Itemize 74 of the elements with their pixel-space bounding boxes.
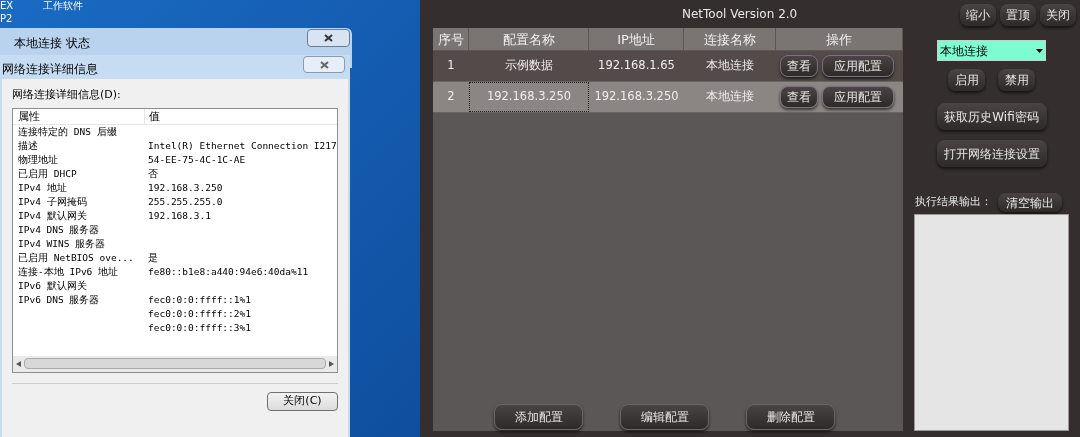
app-button[interactable]: 查看 (780, 55, 818, 77)
table-row[interactable]: 1 示例数据 192.168.1.65 本地连接 查看 应用配置 (433, 51, 903, 82)
value-cell: fec0:0:0:ffff::3%1 (148, 320, 251, 335)
value-cell: 255.255.255.0 (148, 194, 223, 209)
table-cell: 示例数据 (505, 57, 553, 75)
desktop-icon-label[interactable]: 工作软件 (43, 0, 84, 12)
close-button[interactable]: 关闭(C) (267, 391, 338, 411)
value-cell: fec0:0:0:ffff::2%1 (148, 306, 251, 321)
app-button[interactable]: 启用 (948, 69, 985, 91)
table-cell: 192.168.1.65 (598, 58, 675, 73)
value-cell: 192.168.3.1 (148, 208, 211, 223)
close-icon (319, 60, 329, 69)
window-title: 本地连接 状态 (14, 35, 90, 52)
app-button[interactable]: 禁用 (998, 69, 1035, 91)
column-header[interactable]: 操作 (776, 28, 903, 50)
horizontal-scrollbar[interactable] (13, 355, 337, 372)
dropdown-arrow-icon (1036, 48, 1043, 53)
property-cell: IPv6 默认网关 (18, 279, 87, 291)
column-header[interactable]: 值 (145, 108, 160, 124)
list-label: 网络连接详细信息(D): (12, 87, 122, 103)
app-button[interactable]: 编辑配置 (620, 404, 709, 430)
close-icon (324, 34, 333, 42)
app-button[interactable]: 置顶 (1000, 3, 1036, 26)
app-button[interactable]: 打开网络连接设置 (936, 140, 1047, 167)
property-cell: 物理地址 (18, 153, 58, 165)
property-cell: IPv4 地址 (18, 181, 67, 193)
table-cell: 1 (447, 58, 455, 73)
property-cell: IPv6 DNS 服务器 (18, 293, 100, 305)
value-cell: Intel(R) Ethernet Connection I217 (148, 138, 337, 153)
table-cell: 本地连接 (706, 58, 754, 73)
value-cell: 54-EE-75-4C-1C-AE (148, 152, 246, 167)
table-row[interactable]: 2 192.168.3.250 192.168.3.250 本地连接 查看 应用配置 (433, 82, 903, 113)
window-title: 网络连接详细信息 (2, 61, 98, 78)
app-button[interactable]: 获取历史Wifi密码 (936, 103, 1047, 130)
output-label: 执行结果输出： (915, 194, 992, 211)
app-button[interactable]: 应用配置 (822, 86, 894, 108)
app-button[interactable]: 缩小 (960, 3, 996, 26)
scroll-left-icon[interactable] (16, 360, 21, 367)
column-header[interactable]: 序号 (433, 28, 469, 50)
desktop-icon-label[interactable]: P2 (0, 13, 13, 25)
column-header[interactable]: 属性 (13, 108, 145, 124)
property-cell: 连接特定的 DNS 后缀 (18, 125, 117, 137)
property-cell: IPv4 WINS 服务器 (18, 237, 106, 249)
app-button[interactable]: 添加配置 (494, 404, 583, 430)
property-cell: 描述 (18, 139, 38, 151)
column-header[interactable]: 配置名称 (469, 28, 589, 50)
value-cell: 否 (148, 166, 158, 181)
property-cell: IPv4 默认网关 (18, 209, 87, 221)
app-button[interactable]: 关闭 (1040, 3, 1076, 26)
app-button[interactable]: 清空输出 (998, 193, 1062, 212)
property-cell: IPv4 DNS 服务器 (18, 223, 100, 235)
property-cell: 已启用 DHCP (18, 167, 77, 179)
close-button[interactable] (303, 56, 345, 73)
table-cell: 本地连接 (706, 89, 754, 104)
scroll-right-icon[interactable] (329, 360, 334, 367)
column-header[interactable]: IP地址 (589, 28, 684, 50)
desktop-icon-label[interactable]: EX (0, 0, 14, 12)
value-cell: 是 (148, 250, 158, 265)
property-cell: IPv4 子网掩码 (18, 195, 87, 207)
property-cell: 已启用 NetBIOS ove... (18, 251, 134, 263)
table-cell: 192.168.3.250 (594, 89, 679, 104)
close-button[interactable] (307, 29, 350, 47)
app-title: NetTool Version 2.0 (682, 6, 798, 23)
table-cell: 2 (447, 89, 455, 104)
app-button[interactable]: 应用配置 (822, 55, 894, 77)
table-cell: 192.168.3.250 (486, 88, 572, 106)
value-cell: 192.168.3.250 (148, 180, 223, 195)
value-cell: fec0:0:0:ffff::1%1 (148, 292, 251, 307)
value-cell: fe80::b1e8:a440:94e6:40da%11 (148, 264, 309, 279)
column-header[interactable]: 连接名称 (684, 28, 776, 50)
connection-dropdown[interactable]: 本地连接 (937, 40, 1046, 61)
property-cell: 连接-本地 IPv6 地址 (18, 265, 119, 277)
app-button[interactable]: 查看 (780, 86, 818, 108)
app-button[interactable]: 删除配置 (746, 404, 835, 430)
